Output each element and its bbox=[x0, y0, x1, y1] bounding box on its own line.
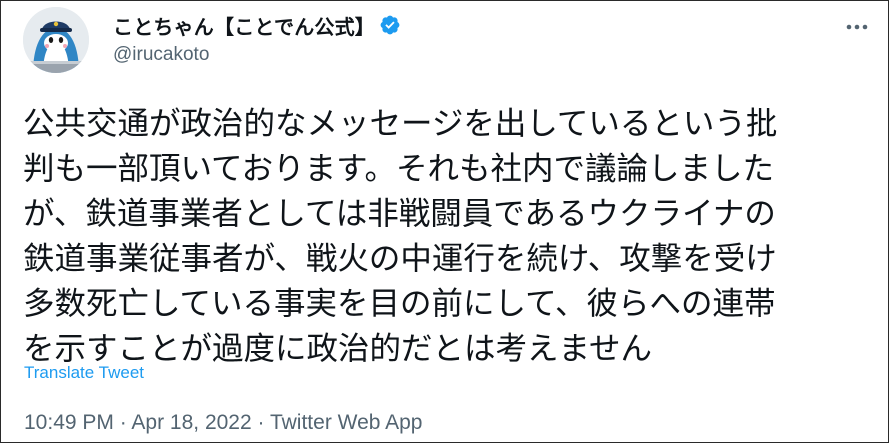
dolphin-mascot-icon bbox=[23, 7, 89, 73]
tweet-date[interactable]: Apr 18, 2022 bbox=[131, 411, 251, 434]
tweet-meta: 10:49 PM · Apr 18, 2022 · Twitter Web Ap… bbox=[24, 411, 423, 435]
meta-separator: · bbox=[251, 411, 270, 434]
tweet-card: ことちゃん【ことでん公式】 @irucakoto 公共交通が政治的なメッセージを… bbox=[0, 0, 889, 443]
more-options-icon[interactable] bbox=[842, 17, 872, 37]
author-name-row[interactable]: ことちゃん【ことでん公式】 bbox=[113, 11, 401, 39]
translate-tweet-link[interactable]: Translate Tweet bbox=[24, 363, 144, 383]
author-handle[interactable]: @irucakoto bbox=[113, 44, 209, 66]
author-display-name[interactable]: ことちゃん【ことでん公式】 bbox=[113, 11, 375, 40]
tweet-time[interactable]: 10:49 PM bbox=[24, 411, 114, 434]
tweet-source[interactable]: Twitter Web App bbox=[270, 411, 423, 434]
tweet-text: 公共交通が政治的なメッセージを出しているという批 判も一部頂いております。それも… bbox=[23, 106, 778, 367]
meta-separator: · bbox=[113, 411, 132, 434]
avatar[interactable] bbox=[23, 7, 89, 73]
verified-badge-icon bbox=[379, 14, 401, 36]
